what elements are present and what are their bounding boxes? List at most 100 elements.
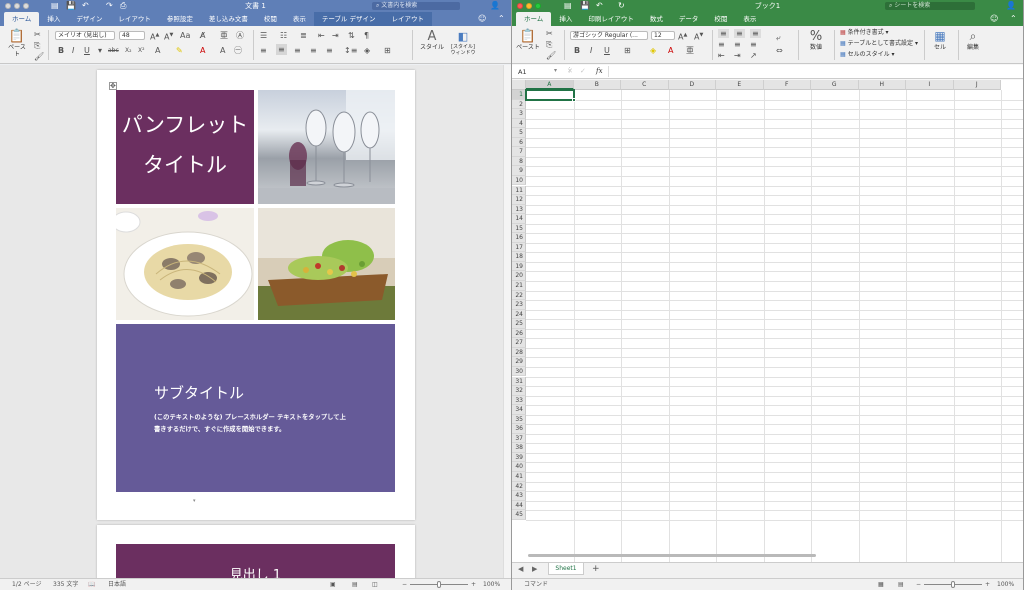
orientation-icon[interactable]: ↗ (750, 51, 757, 60)
superscript-icon[interactable]: X² (138, 46, 145, 55)
zoom-level[interactable]: 100% (997, 579, 1014, 590)
normal-view-icon[interactable]: ▦ (878, 579, 884, 590)
grow-font-icon[interactable]: A▲ (678, 31, 687, 42)
horizontal-scrollbar[interactable] (528, 554, 816, 557)
font-name-select[interactable]: 游ゴシック Regular (... (570, 31, 648, 40)
numbering-icon[interactable]: ☷ (280, 31, 287, 40)
row-header-27[interactable]: 27 (512, 338, 526, 348)
copy-icon[interactable]: ⎘ (34, 41, 40, 50)
row-header-20[interactable]: 20 (512, 271, 526, 281)
increase-indent-icon[interactable]: ⇥ (332, 31, 339, 40)
align-right-icon[interactable]: ≡ (294, 46, 301, 55)
cover-title-block[interactable]: パンフレット タイトル (116, 90, 254, 204)
table-move-handle-icon[interactable]: ✥ (109, 82, 117, 90)
row-header-33[interactable]: 33 (512, 395, 526, 406)
italic-icon[interactable]: I (72, 46, 74, 55)
word-vertical-scrollbar[interactable] (503, 65, 511, 578)
sort-icon[interactable]: ⇅ (348, 31, 355, 40)
row-header-17[interactable]: 17 (512, 242, 526, 253)
subscript-icon[interactable]: X₂ (125, 46, 132, 55)
editing-button[interactable]: ⌕ 編集 (962, 29, 984, 51)
tab-insert[interactable]: 挿入 (39, 12, 68, 26)
column-header-e[interactable]: E (716, 80, 764, 90)
line-spacing-icon[interactable]: ↕≡ (344, 46, 357, 55)
placeholder-body-text[interactable]: (このテキストのような) プレースホルダー テキストをタップして上 書きするだけ… (154, 412, 390, 436)
print-layout-view-icon[interactable]: ▣ (330, 579, 336, 590)
row-header-28[interactable]: 28 (512, 347, 526, 358)
row-header-22[interactable]: 22 (512, 290, 526, 301)
font-size-select[interactable]: 48 (119, 31, 145, 40)
styles-pane-button[interactable]: ◧ [スタイル] ウィンドウ (448, 29, 478, 56)
row-header-14[interactable]: 14 (512, 214, 526, 224)
format-painter-icon[interactable]: 🖌 (34, 52, 44, 61)
focus-mode-icon[interactable]: ◫ (372, 579, 378, 590)
fill-color-icon[interactable]: ◈ (650, 46, 656, 55)
row-header-34[interactable]: 34 (512, 405, 526, 415)
row-header-5[interactable]: 5 (512, 128, 526, 138)
font-color-icon[interactable]: A (668, 46, 673, 55)
column-header-g[interactable]: G (811, 80, 859, 90)
word-search-input[interactable]: ⌕ 文書内を検索 (372, 2, 460, 10)
align-top-icon[interactable]: ≡ (718, 29, 729, 38)
grow-font-icon[interactable]: A▲ (150, 31, 159, 42)
row-header-30[interactable]: 30 (512, 366, 526, 377)
document-page-1[interactable]: ✥ パンフレット タイトル サブタイトル (このテキストのような) プレースホル… (97, 70, 415, 520)
cut-icon[interactable]: ✂ (546, 29, 553, 38)
row-header-23[interactable]: 23 (512, 300, 526, 310)
underline-icon[interactable]: U (604, 46, 610, 55)
tab-page-layout[interactable]: 印刷レイアウト (580, 12, 642, 26)
format-as-table-button[interactable]: ▦ テーブルとして書式設定 ▾ (840, 40, 918, 47)
row-header-26[interactable]: 26 (512, 328, 526, 339)
underline-icon[interactable]: U (84, 46, 90, 55)
column-header-h[interactable]: H (858, 80, 906, 90)
share-icon[interactable]: 👤 (490, 1, 500, 11)
tab-mailings[interactable]: 差し込み文書 (201, 12, 256, 26)
borders-icon[interactable]: ⊞ (624, 46, 631, 55)
wrap-text-icon[interactable]: ⤶ (776, 33, 780, 42)
row-header-25[interactable]: 25 (512, 319, 526, 329)
select-all-corner[interactable] (512, 80, 526, 90)
borders-icon[interactable]: ⊞ (384, 46, 391, 55)
row-header-36[interactable]: 36 (512, 424, 526, 434)
tab-design[interactable]: デザイン (68, 12, 110, 26)
column-header-j[interactable]: J (953, 80, 1001, 90)
subtitle-block[interactable]: サブタイトル (このテキストのような) プレースホルダー テキストをタップして上… (116, 324, 395, 492)
row-header-35[interactable]: 35 (512, 414, 526, 425)
page-count[interactable]: 1/2 ページ (12, 579, 41, 590)
column-header-i[interactable]: I (906, 80, 954, 90)
zoom-out-icon[interactable]: − (916, 579, 921, 590)
conditional-format-button[interactable]: ▦ 条件付き書式 ▾ (840, 29, 889, 36)
selected-cell-a1[interactable] (525, 89, 575, 101)
smiley-feedback-icon[interactable]: ☺ (990, 14, 998, 24)
next-sheet-icon[interactable]: ▶ (532, 565, 537, 573)
row-header-42[interactable]: 42 (512, 481, 526, 492)
column-header-b[interactable]: B (573, 80, 621, 90)
tab-formulas[interactable]: 数式 (642, 12, 671, 26)
zoom-in-icon[interactable]: + (471, 579, 476, 590)
tab-table-layout[interactable]: レイアウト (383, 12, 432, 26)
cell-styles-button[interactable]: ▦ セルのスタイル ▾ (840, 51, 895, 58)
sheet-tab-sheet1[interactable]: Sheet1 (548, 563, 584, 575)
name-box-dropdown-icon[interactable]: ▾ (554, 67, 557, 74)
decrease-indent-icon[interactable]: ⇤ (318, 31, 325, 40)
bold-icon[interactable]: B (574, 46, 580, 55)
word-count[interactable]: 335 文字 (53, 579, 78, 590)
shading-icon[interactable]: ◈ (364, 46, 370, 55)
shrink-font-icon[interactable]: A▼ (164, 31, 173, 42)
row-header-16[interactable]: 16 (512, 233, 526, 243)
tab-insert[interactable]: 挿入 (551, 12, 580, 26)
tab-layout[interactable]: レイアウト (110, 12, 159, 26)
merge-center-icon[interactable]: ⇔ (776, 46, 783, 55)
clear-formatting-icon[interactable]: A̸ (200, 31, 205, 40)
change-case-icon[interactable]: Aa (180, 31, 190, 40)
sheet-search-input[interactable]: ⌕ シートを検索 (885, 2, 975, 10)
phonetic-icon[interactable]: 亜 (686, 46, 694, 55)
row-header-31[interactable]: 31 (512, 376, 526, 387)
highlight-icon[interactable]: ✎ (176, 46, 183, 55)
row-header-29[interactable]: 29 (512, 357, 526, 367)
proofing-icon[interactable]: 📖 (88, 579, 95, 590)
tab-home[interactable]: ホーム (516, 12, 552, 26)
shrink-font-icon[interactable]: A▼ (694, 31, 703, 42)
strikethrough-icon[interactable]: abc (108, 46, 119, 55)
align-middle-icon[interactable]: ≡ (734, 29, 745, 38)
